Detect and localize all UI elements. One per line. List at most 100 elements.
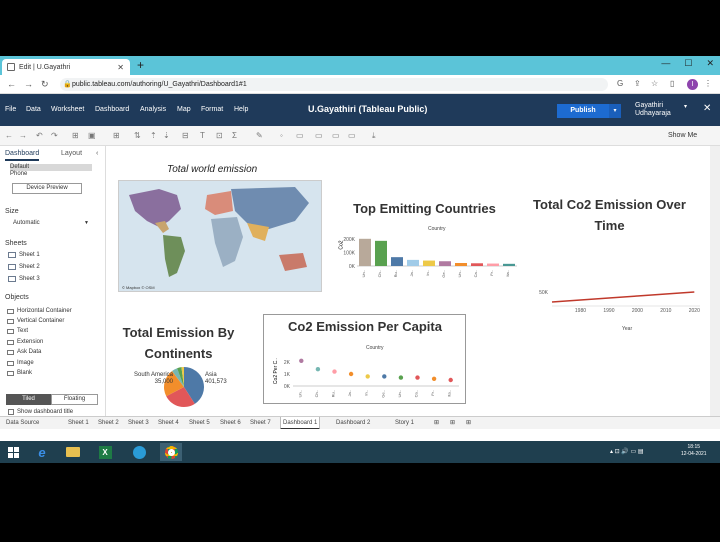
show-title-option[interactable]: Show dashboard title xyxy=(8,409,73,415)
world-map[interactable]: © Mapbox © OSM xyxy=(118,180,322,292)
new-tab-button[interactable]: + xyxy=(137,58,144,72)
menu-worksheet[interactable]: Worksheet xyxy=(51,106,84,113)
sort-desc-icon[interactable]: ⇣ xyxy=(163,131,170,140)
user-dropdown-icon[interactable]: ▾ xyxy=(684,103,687,110)
highlight-icon[interactable]: ✎ xyxy=(256,131,263,140)
group-icon[interactable]: ⊟ xyxy=(182,131,189,140)
redo-icon[interactable]: ↷ xyxy=(51,131,58,140)
menu-file[interactable]: File xyxy=(5,106,16,113)
reload-icon[interactable]: ↻ xyxy=(41,79,49,90)
save-icon[interactable]: ▣ xyxy=(88,131,96,140)
new-worksheet-icon[interactable]: ⊞ xyxy=(113,131,120,140)
blank-icon xyxy=(7,370,14,376)
fix-axes-icon[interactable]: ⊡ xyxy=(216,131,223,140)
object-item[interactable]: Extension xyxy=(7,339,43,345)
scatter-point xyxy=(448,377,453,383)
object-item[interactable]: Vertical Container xyxy=(7,318,64,324)
bar-y-tick-label: 0K xyxy=(349,264,356,270)
device-preview-button[interactable]: Device Preview xyxy=(12,183,82,194)
size-dropdown-icon[interactable]: ▼ xyxy=(84,220,89,226)
object-item[interactable]: Blank xyxy=(7,370,32,376)
bar-x-tick-label: Un.. xyxy=(361,270,366,277)
collapse-panel-icon[interactable]: ‹ xyxy=(96,150,98,157)
map-attribution: © Mapbox © OSM xyxy=(122,285,155,290)
checkbox-icon[interactable] xyxy=(8,409,14,415)
close-editor-icon[interactable]: ✕ xyxy=(703,103,711,114)
device-list: Default Phone xyxy=(10,164,92,178)
tooltip-icon[interactable]: ▭ xyxy=(332,131,340,140)
forward-icon[interactable]: → xyxy=(24,79,33,89)
browser-tab[interactable]: Edit | U.Gayathri ✕ xyxy=(2,59,130,75)
device-default[interactable]: Default xyxy=(10,164,92,171)
menu-format[interactable]: Format xyxy=(201,106,223,113)
format-icon[interactable]: ▭ xyxy=(296,131,304,140)
objects-heading: Objects xyxy=(5,294,29,301)
back-icon[interactable]: ← xyxy=(7,79,16,89)
sidebar-icon[interactable]: ▯ xyxy=(670,79,674,88)
download-icon[interactable]: ⤓ xyxy=(372,131,376,141)
tab-layout[interactable]: Layout xyxy=(61,150,82,157)
user-menu[interactable]: Gayathiri Udhayaraja xyxy=(635,102,671,118)
share-icon[interactable]: ⇪ xyxy=(634,79,641,88)
totals-icon[interactable]: Σ xyxy=(232,131,237,140)
size-select[interactable]: Automatic xyxy=(13,220,40,226)
canvas-scrollbar[interactable] xyxy=(710,146,720,416)
menu-dashboard[interactable]: Dashboard xyxy=(95,106,129,113)
menu-analysis[interactable]: Analysis xyxy=(140,106,166,113)
minimize-icon[interactable]: — xyxy=(661,58,670,69)
kebab-menu-icon[interactable]: ⋮ xyxy=(704,79,712,88)
url-field[interactable]: 🔒 public.tableau.com/authoring/U_Gayathr… xyxy=(60,78,608,91)
sheet-item[interactable]: Sheet 2 xyxy=(8,264,40,270)
scatter-point xyxy=(332,369,337,374)
profile-avatar[interactable]: I xyxy=(687,79,698,90)
new-data-source-icon[interactable]: ⊞ xyxy=(72,131,79,140)
presentation-icon[interactable]: ▭ xyxy=(348,131,356,140)
undo-icon[interactable]: ↶ xyxy=(36,131,43,140)
menu-help[interactable]: Help xyxy=(234,106,248,113)
scatter-point xyxy=(415,375,420,380)
menu-data[interactable]: Data xyxy=(26,106,41,113)
object-item[interactable]: Text xyxy=(7,328,28,334)
line-x-tick-label: 2020 xyxy=(689,308,700,314)
close-tab-icon[interactable]: ✕ xyxy=(117,63,124,72)
publish-dropdown-icon[interactable]: ▾ xyxy=(609,104,621,118)
scatter-x-tick-label: Un.. xyxy=(397,390,402,397)
close-window-icon[interactable]: ✕ xyxy=(706,58,714,69)
excel-icon[interactable]: X xyxy=(94,443,116,461)
scatter-x-tick-label: Ru.. xyxy=(331,390,336,397)
object-label: Text xyxy=(17,328,29,334)
chrome-icon[interactable] xyxy=(160,443,182,461)
edge-icon[interactable] xyxy=(128,443,150,461)
sort-asc-icon[interactable]: ⇡ xyxy=(150,131,157,140)
sheet-label: Sheet 1 xyxy=(19,252,40,258)
sheet-item[interactable]: Sheet 3 xyxy=(8,276,40,282)
floating-toggle[interactable]: Floating xyxy=(51,394,98,405)
clear-icon[interactable]: ◦ xyxy=(280,131,283,140)
labels-icon[interactable]: T xyxy=(200,131,205,140)
system-tray-icons[interactable]: ▴ ⊡ 🔊 ▭ ▤ xyxy=(610,448,644,455)
bar xyxy=(503,263,515,266)
device-phone[interactable]: Phone xyxy=(10,171,92,178)
object-item[interactable]: Horizontal Container xyxy=(7,308,72,314)
swap-icon[interactable]: ⇅ xyxy=(134,131,141,140)
star-icon[interactable]: ☆ xyxy=(651,79,658,88)
google-icon[interactable]: G xyxy=(617,79,623,88)
file-explorer-icon[interactable] xyxy=(62,443,84,461)
redo-forward-icon[interactable]: → xyxy=(19,131,27,140)
bar-x-tick-label: Un.. xyxy=(457,270,462,277)
sheet-item[interactable]: Sheet 1 xyxy=(8,252,40,258)
show-me-button[interactable]: Show Me xyxy=(668,132,697,139)
maximize-icon[interactable]: ☐ xyxy=(684,58,692,69)
object-item[interactable]: Image xyxy=(7,360,34,366)
menu-map[interactable]: Map xyxy=(177,106,191,113)
address-bar-row: ← → ↻ 🔒 public.tableau.com/authoring/U_G… xyxy=(0,75,720,94)
tab-dashboard[interactable]: Dashboard xyxy=(5,150,40,161)
publish-button[interactable]: Publish xyxy=(557,104,609,118)
undo-back-icon[interactable]: ← xyxy=(5,131,13,140)
internet-explorer-icon[interactable]: e xyxy=(31,443,53,461)
taskbar-clock[interactable]: 18:15 12-04-2021 xyxy=(681,444,707,458)
tiled-toggle[interactable]: Tiled xyxy=(6,394,51,405)
windows-start-icon[interactable] xyxy=(2,443,24,461)
object-item[interactable]: Ask Data xyxy=(7,349,41,355)
fit-icon[interactable]: ▭ xyxy=(315,131,323,140)
